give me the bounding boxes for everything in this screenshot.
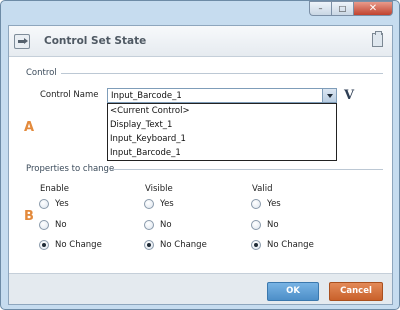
dialog-footer: OK Cancel [9, 273, 392, 304]
dropdown-option[interactable]: Input_Barcode_1 [110, 148, 181, 158]
maximize-button[interactable]: □ [331, 1, 353, 16]
enable-yes-label: Yes [55, 199, 69, 209]
app-window: – □ ✕ Control Set State Control Control … [0, 0, 400, 310]
enable-yes-radio[interactable] [39, 199, 49, 209]
enable-no-change-option[interactable]: No Change [39, 239, 102, 251]
action-icon [14, 34, 30, 49]
control-section-heading: Control [26, 68, 57, 78]
valid-yes-option[interactable]: Yes [251, 198, 281, 210]
visible-no-change-option[interactable]: No Change [144, 239, 207, 251]
visible-no-radio[interactable] [144, 220, 154, 230]
valid-column-heading: Valid [252, 184, 273, 194]
chevron-down-icon[interactable] [322, 89, 336, 102]
control-set-state-dialog: Control Set State Control Control Name I… [8, 25, 393, 305]
properties-section-heading: Properties to change [26, 164, 115, 174]
enable-yes-option[interactable]: Yes [39, 198, 69, 210]
annotation-marker-b: B [24, 209, 34, 224]
enable-no-change-radio[interactable] [39, 240, 49, 250]
visible-yes-option[interactable]: Yes [144, 198, 174, 210]
visible-no-change-radio[interactable] [144, 240, 154, 250]
enable-no-radio[interactable] [39, 220, 49, 230]
control-name-label: Control Name [40, 90, 99, 100]
visible-yes-radio[interactable] [144, 199, 154, 209]
valid-no-option[interactable]: No [251, 219, 279, 231]
visible-yes-label: Yes [160, 199, 174, 209]
properties-section-divider [112, 169, 383, 170]
enable-no-label: No [55, 220, 67, 230]
valid-no-change-label: No Change [267, 240, 314, 250]
enable-no-option[interactable]: No [39, 219, 67, 231]
annotation-marker-a: A [24, 120, 35, 135]
dropdown-option[interactable]: Display_Text_1 [110, 120, 172, 130]
visible-column-heading: Visible [145, 184, 173, 194]
cancel-button[interactable]: Cancel [329, 282, 383, 301]
clipboard-icon[interactable] [372, 31, 383, 47]
minimize-button[interactable]: – [309, 1, 331, 16]
valid-no-label: No [267, 220, 279, 230]
enable-column-heading: Enable [40, 184, 69, 194]
control-name-select[interactable]: Input_Barcode_1 [107, 88, 337, 103]
valid-no-change-radio[interactable] [251, 240, 261, 250]
control-name-value: Input_Barcode_1 [111, 91, 182, 101]
close-button[interactable]: ✕ [353, 1, 393, 16]
control-name-dropdown-list: <Current Control> Display_Text_1 Input_K… [107, 103, 337, 161]
visible-no-option[interactable]: No [144, 219, 172, 231]
valid-yes-label: Yes [267, 199, 281, 209]
ok-button[interactable]: OK [267, 282, 319, 301]
valid-no-radio[interactable] [251, 220, 261, 230]
valid-yes-radio[interactable] [251, 199, 261, 209]
dropdown-option[interactable]: <Current Control> [110, 106, 190, 116]
variable-button[interactable]: V [342, 88, 356, 104]
window-controls: – □ ✕ [309, 1, 393, 16]
visible-no-label: No [160, 220, 172, 230]
enable-no-change-label: No Change [55, 240, 102, 250]
control-section-divider [61, 73, 383, 74]
dropdown-option[interactable]: Input_Keyboard_1 [110, 134, 186, 144]
dialog-titlebar: Control Set State [9, 26, 392, 57]
valid-no-change-option[interactable]: No Change [251, 239, 314, 251]
visible-no-change-label: No Change [160, 240, 207, 250]
dialog-title: Control Set State [44, 35, 147, 47]
